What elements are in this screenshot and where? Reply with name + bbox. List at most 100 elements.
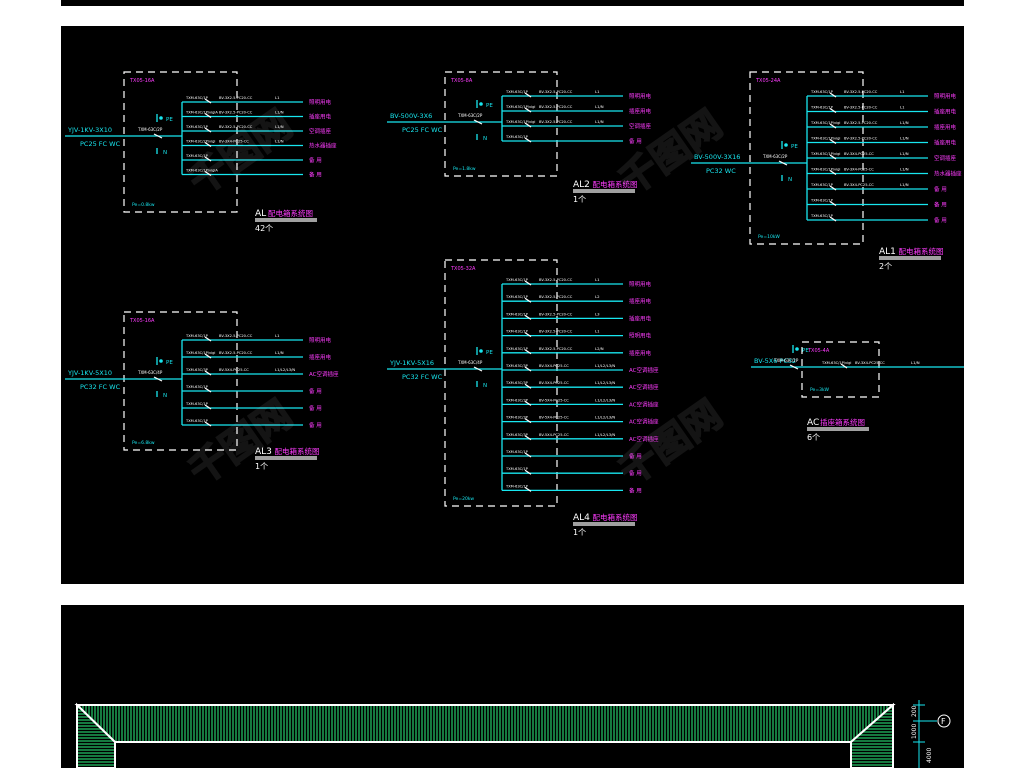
- branch-cable-7: BV-5X4-PC25-CC: [539, 381, 569, 385]
- branch-breaker-2: TXM-63C/1P/vigiA: [185, 111, 218, 115]
- branch-cable-1: BV-3X2.5-PC20-CC: [844, 90, 878, 94]
- branch-load-6: 备 用: [309, 171, 322, 179]
- diagram-canvas: TX05-16A YJV-1KV-3X10 PC25 FC WC TXM-63C/2P…: [65, 71, 964, 537]
- main-breaker-label: TXM-63C/1P: [773, 358, 799, 363]
- n-label: N: [483, 136, 487, 142]
- branch-load-6: 备 用: [309, 421, 322, 429]
- dim-text-1: 200: [911, 705, 918, 717]
- n-label: N: [483, 383, 487, 389]
- branch-phase-8: L1/L2/L3/N: [595, 397, 615, 402]
- n-label: N: [163, 150, 167, 156]
- power-note: Pe=20kw: [453, 496, 474, 502]
- branch-breaker-2: TXM-63C/1P/vigi: [505, 105, 535, 109]
- branch-cable-4: BV-3X2.5-PC20-CC: [539, 330, 573, 334]
- branch-load-3: 插座用电: [629, 314, 652, 322]
- dim-text-3: 4000: [926, 748, 933, 763]
- branch-cable-7: BV-3X4-PC25-CC: [844, 183, 874, 187]
- n-label: N: [163, 393, 167, 399]
- pe-dot: [479, 102, 483, 106]
- branch-load-4: 备 用: [309, 387, 322, 395]
- branch-breaker-1: TXM-63C/1P: [185, 334, 209, 338]
- branch-cable-3: BV-3X2.5-PC20-CC: [539, 120, 573, 124]
- branch-breaker-9: TXM-63C/3P: [505, 416, 529, 420]
- branch-phase-2: L2: [595, 294, 600, 299]
- power-note: Pe=0.8kw: [132, 202, 155, 208]
- branch-breaker-1: TXM-63C/1P: [810, 90, 834, 94]
- branch-phase-3: L1/L2/L3/N: [275, 367, 295, 372]
- branch-load-5: 备 用: [309, 156, 322, 164]
- feeder-conduit: PC32 WC: [706, 167, 736, 175]
- branch-load-8: AC空调插座: [629, 400, 659, 408]
- branch-cable-1: BV-3X2.5-PC20-CC: [539, 90, 573, 94]
- branch-load-3: 插座用电: [934, 123, 957, 131]
- branch-load-4: 照明用电: [629, 332, 652, 340]
- enclosure-model: TX05-32A: [450, 266, 476, 272]
- quantity: 42个: [255, 224, 273, 233]
- branch-breaker-5: TXM-63C/1P: [185, 402, 209, 406]
- top-drawing-strip: [61, 0, 964, 6]
- branch-load-2: 插座用电: [934, 108, 957, 116]
- main-breaker-label: TXM-63C/2P: [762, 154, 788, 159]
- branch-breaker-4: TXM-63C/1P: [185, 385, 209, 389]
- enclosure-al3: [123, 311, 238, 451]
- branch-phase-2: L1: [900, 105, 905, 110]
- pe-dot: [795, 347, 799, 351]
- branch-phase-3: L3: [595, 311, 600, 316]
- branch-phase-6: L1/L2/L3/N: [595, 363, 615, 368]
- branch-breaker-6: TXM-63C/3P: [505, 364, 529, 368]
- feeder-cable: YJV-1KV-3X10: [67, 126, 112, 134]
- pe-label: PE: [486, 103, 493, 109]
- branch-load-3: 空调插座: [629, 122, 652, 130]
- branch-phase-7: L1/L2/L3/N: [595, 380, 615, 385]
- enclosure-model: TX05-16A: [129, 318, 155, 324]
- feeder-cable: YJV-1KV-5X16: [389, 359, 434, 367]
- branch-load-5: 插座用电: [629, 349, 652, 357]
- branch-cable-2: BV-3X2.5-PC20-CC: [219, 351, 253, 355]
- main-breaker-label: TXM-63C/2P: [137, 127, 163, 132]
- panel-al4: TX05-32A YJV-1KV-5X16 PC32 FC WC TXM-63C/4P…: [387, 259, 659, 537]
- branch-breaker-6: TXM-63C/1P: [185, 419, 209, 423]
- branch-load-5: 空调插座: [934, 154, 957, 162]
- pe-label: PE: [166, 360, 173, 366]
- branch-breaker-5: TXM-63C/1P: [505, 347, 529, 351]
- main-breaker-label: TXM-63C/2P: [457, 113, 483, 118]
- branch-load-8: 备 用: [934, 201, 947, 209]
- diagram-code: AL4: [573, 513, 590, 523]
- branch-phase-7: L1/N: [900, 182, 909, 187]
- branch-breaker-1: TXM-63C/1P: [505, 90, 529, 94]
- feeder-cable: BV-500V-3X6: [390, 112, 432, 120]
- branch-phase-9: L1/L2/L3/N: [595, 415, 615, 420]
- branch-breaker-4: TXM-63C/2P/vigi: [185, 140, 215, 144]
- quantity: 2个: [879, 262, 892, 271]
- branch-breaker-8: TXM-63C/1P: [810, 199, 834, 203]
- quantity: 1个: [573, 528, 586, 537]
- branch-cable-1: BV-3X2.5-PC20-CC: [539, 278, 573, 282]
- branch-breaker-3: TXM-63C/3P: [185, 368, 209, 372]
- pe-label: PE: [802, 348, 809, 354]
- branch-breaker-3: TXM-63C/1P: [185, 125, 209, 129]
- enclosure-model: TX05-8A: [450, 78, 473, 84]
- branch-load-7: AC空调插座: [629, 383, 659, 391]
- watermark-4: 千图网: [612, 394, 729, 494]
- feeder-conduit: PC32 FC WC: [402, 373, 443, 381]
- branch-breaker-7: TXM-63C/3P: [505, 381, 529, 385]
- pe-dot: [159, 359, 163, 363]
- branch-cable-2: BV-3X2.5-PC20-CC: [219, 111, 253, 115]
- branch-load-1: 照明用电: [309, 98, 332, 106]
- branch-load-2: 插座用电: [629, 297, 652, 305]
- panel-al1: TX05-24ABV-500V-3X16PC32 WCTXM-63C/2PPEN…: [691, 71, 962, 271]
- branch-breaker-1: TXM-63C/1P: [185, 96, 209, 100]
- enclosure-model: TX05-16A: [129, 78, 155, 84]
- branch-load-1: 照明用电: [629, 280, 652, 288]
- n-label: N: [788, 177, 792, 183]
- branch-phase-1: L1: [595, 89, 600, 94]
- branch-cable-3: BV-5X4-PC25-CC: [219, 368, 249, 372]
- feeder-conduit: PC25 FC WC: [402, 126, 443, 134]
- branch-cable-3: BV-3X2.5-PC20-CC: [539, 312, 573, 316]
- branch-load-6: 热水器插座: [934, 170, 962, 178]
- branch-load-3: AC空调插座: [309, 370, 339, 378]
- diagram-code: AL: [255, 209, 266, 219]
- branch-load-7: 备 用: [934, 185, 947, 193]
- branch-cable-5: BV-3X2.5-PC20-CC: [539, 347, 573, 351]
- branch-phase-4: L1: [595, 329, 600, 334]
